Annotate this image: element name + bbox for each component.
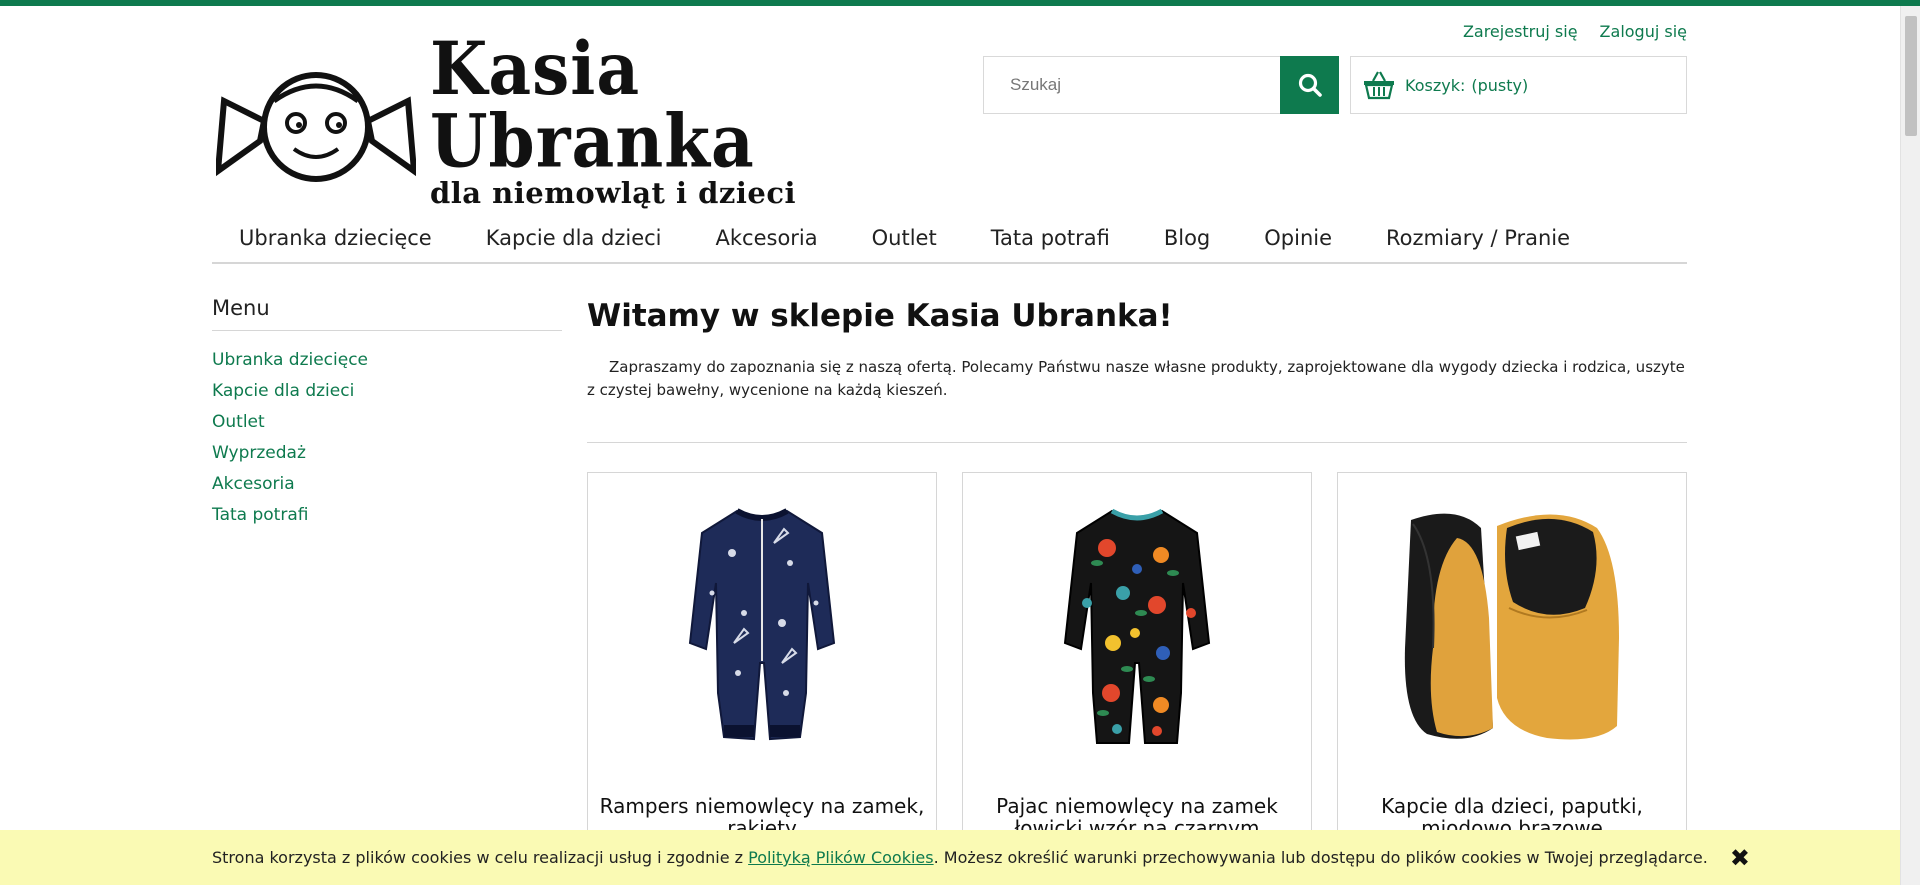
cookie-policy-link[interactable]: Polityką Plików Cookies xyxy=(748,848,934,867)
logo-text: Kasia Ubranka dla niemowląt i dzieci xyxy=(430,32,906,208)
sidebar-item-dad-can[interactable]: Tata potrafi xyxy=(212,505,308,525)
nav-item-baby-clothes[interactable]: Ubranka dziecięce xyxy=(239,218,432,262)
cart-label: Koszyk: xyxy=(1405,75,1466,95)
scrollbar-thumb[interactable] xyxy=(1905,16,1917,136)
page-title: Witamy w sklepie Kasia Ubranka! xyxy=(587,298,1173,334)
product-card[interactable]: Rampers niemowlęcy na zamek, rakiety xyxy=(587,472,937,885)
nav-item-accessories[interactable]: Akcesoria xyxy=(716,218,818,262)
sidebar-menu: Menu Ubranka dziecięce Kapcie dla dzieci… xyxy=(212,296,562,531)
sidebar-list: Ubranka dziecięce Kapcie dla dzieci Outl… xyxy=(212,345,562,531)
account-links: Zarejestruj się Zaloguj się xyxy=(1463,22,1687,41)
product-image-onesie[interactable] xyxy=(963,473,1311,773)
product-card[interactable]: Kapcie dla dzieci, paputki, miodowo braz… xyxy=(1337,472,1687,885)
cookie-text-after: . Możesz określić warunki przechowywania… xyxy=(933,848,1708,867)
site-logo[interactable]: Kasia Ubranka dla niemowląt i dzieci xyxy=(216,32,906,208)
sidebar-item-kids-slippers[interactable]: Kapcie dla dzieci xyxy=(212,381,354,401)
cart-button[interactable]: Koszyk: (pusty) xyxy=(1350,56,1687,114)
nav-item-outlet[interactable]: Outlet xyxy=(872,218,937,262)
leather-slippers-image xyxy=(1404,513,1619,740)
top-accent-bar xyxy=(0,0,1920,6)
sidebar-title: Menu xyxy=(212,296,562,331)
register-link[interactable]: Zarejestruj się xyxy=(1463,22,1578,41)
product-card[interactable]: Pajac niemowlęcy na zamek łowicki wzór n… xyxy=(962,472,1312,885)
nav-item-sizes-washing[interactable]: Rozmiary / Pranie xyxy=(1386,218,1570,262)
page-scrollbar[interactable] xyxy=(1900,6,1920,885)
close-icon[interactable]: ✖ xyxy=(1730,844,1750,872)
product-image-romper[interactable] xyxy=(588,473,936,773)
cookie-text-before: Strona korzysta z plików cookies w celu … xyxy=(212,848,749,867)
nav-item-kids-slippers[interactable]: Kapcie dla dzieci xyxy=(486,218,662,262)
search-icon xyxy=(1298,73,1322,97)
sidebar-item-sale[interactable]: Wyprzedaż xyxy=(212,443,306,463)
cart-status: (pusty) xyxy=(1471,75,1529,95)
logo-title: Kasia Ubranka xyxy=(430,25,755,185)
cookie-text: Strona korzysta z plików cookies w celu … xyxy=(212,848,1708,867)
onesie-floral-image xyxy=(1063,508,1211,744)
search-input[interactable] xyxy=(983,56,1280,114)
sidebar-item-baby-clothes[interactable]: Ubranka dziecięce xyxy=(212,350,368,370)
sidebar-item-accessories[interactable]: Akcesoria xyxy=(212,474,295,494)
sidebar-item-outlet[interactable]: Outlet xyxy=(212,412,265,432)
product-grid: Rampers niemowlęcy na zamek, rakiety Paj… xyxy=(587,472,1687,885)
romper-rockets-image xyxy=(688,508,836,741)
product-image-slippers[interactable] xyxy=(1338,473,1686,773)
cookie-banner: Strona korzysta z plików cookies w celu … xyxy=(0,830,1900,885)
girl-face-logo-icon xyxy=(216,72,416,182)
main-navigation: Ubranka dziecięce Kapcie dla dzieci Akce… xyxy=(212,218,1687,264)
basket-icon xyxy=(1364,71,1394,100)
search-button[interactable] xyxy=(1280,56,1339,114)
login-link[interactable]: Zaloguj się xyxy=(1600,22,1687,41)
main-content: Witamy w sklepie Kasia Ubranka! Zaprasza… xyxy=(587,296,1687,443)
intro-text: Zapraszamy do zapoznania się z naszą ofe… xyxy=(587,356,1687,443)
search-form xyxy=(983,56,1339,114)
nav-item-dad-can[interactable]: Tata potrafi xyxy=(991,218,1110,262)
nav-item-reviews[interactable]: Opinie xyxy=(1264,218,1332,262)
nav-item-blog[interactable]: Blog xyxy=(1164,218,1210,262)
